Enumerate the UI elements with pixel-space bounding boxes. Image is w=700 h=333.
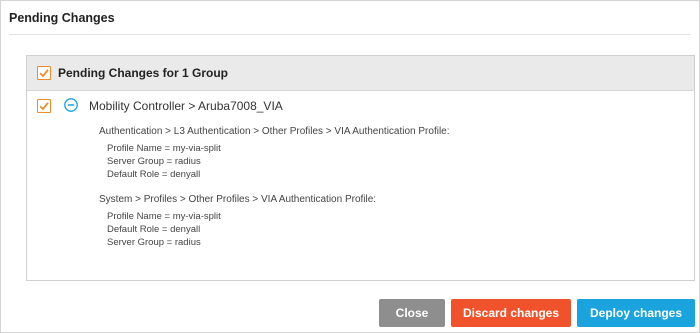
- setting-line: Server Group = radius: [107, 237, 201, 248]
- checkmark-icon: [39, 69, 49, 78]
- select-all-checkbox[interactable]: [37, 66, 51, 80]
- group-checkbox[interactable]: [37, 99, 51, 113]
- panel-header-label: Pending Changes for 1 Group: [58, 66, 229, 80]
- setting-line: Default Role = denyall: [107, 224, 201, 235]
- section-heading: System > Profiles > Other Profiles > VIA…: [99, 194, 377, 205]
- dialog-title: Pending Changes: [9, 11, 115, 25]
- panel-header: Pending Changes for 1 Group: [27, 56, 694, 91]
- setting-line: Profile Name = my-via-split: [107, 143, 221, 154]
- setting-line: Server Group = radius: [107, 156, 201, 167]
- collapse-minus-icon[interactable]: [64, 98, 78, 112]
- setting-line: Profile Name = my-via-split: [107, 211, 221, 222]
- pending-changes-dialog: Pending Changes Pending Changes for 1 Gr…: [0, 0, 700, 333]
- section-heading: Authentication > L3 Authentication > Oth…: [99, 126, 450, 137]
- close-button[interactable]: Close: [379, 299, 445, 327]
- group-title: Mobility Controller > Aruba7008_VIA: [89, 99, 283, 113]
- pending-changes-panel: Pending Changes for 1 Group Mobility Con…: [26, 55, 695, 281]
- discard-changes-button[interactable]: Discard changes: [451, 299, 571, 327]
- deploy-changes-button[interactable]: Deploy changes: [577, 299, 695, 327]
- setting-line: Default Role = denyall: [107, 169, 201, 180]
- checkmark-icon: [39, 102, 49, 111]
- title-divider: [9, 34, 691, 35]
